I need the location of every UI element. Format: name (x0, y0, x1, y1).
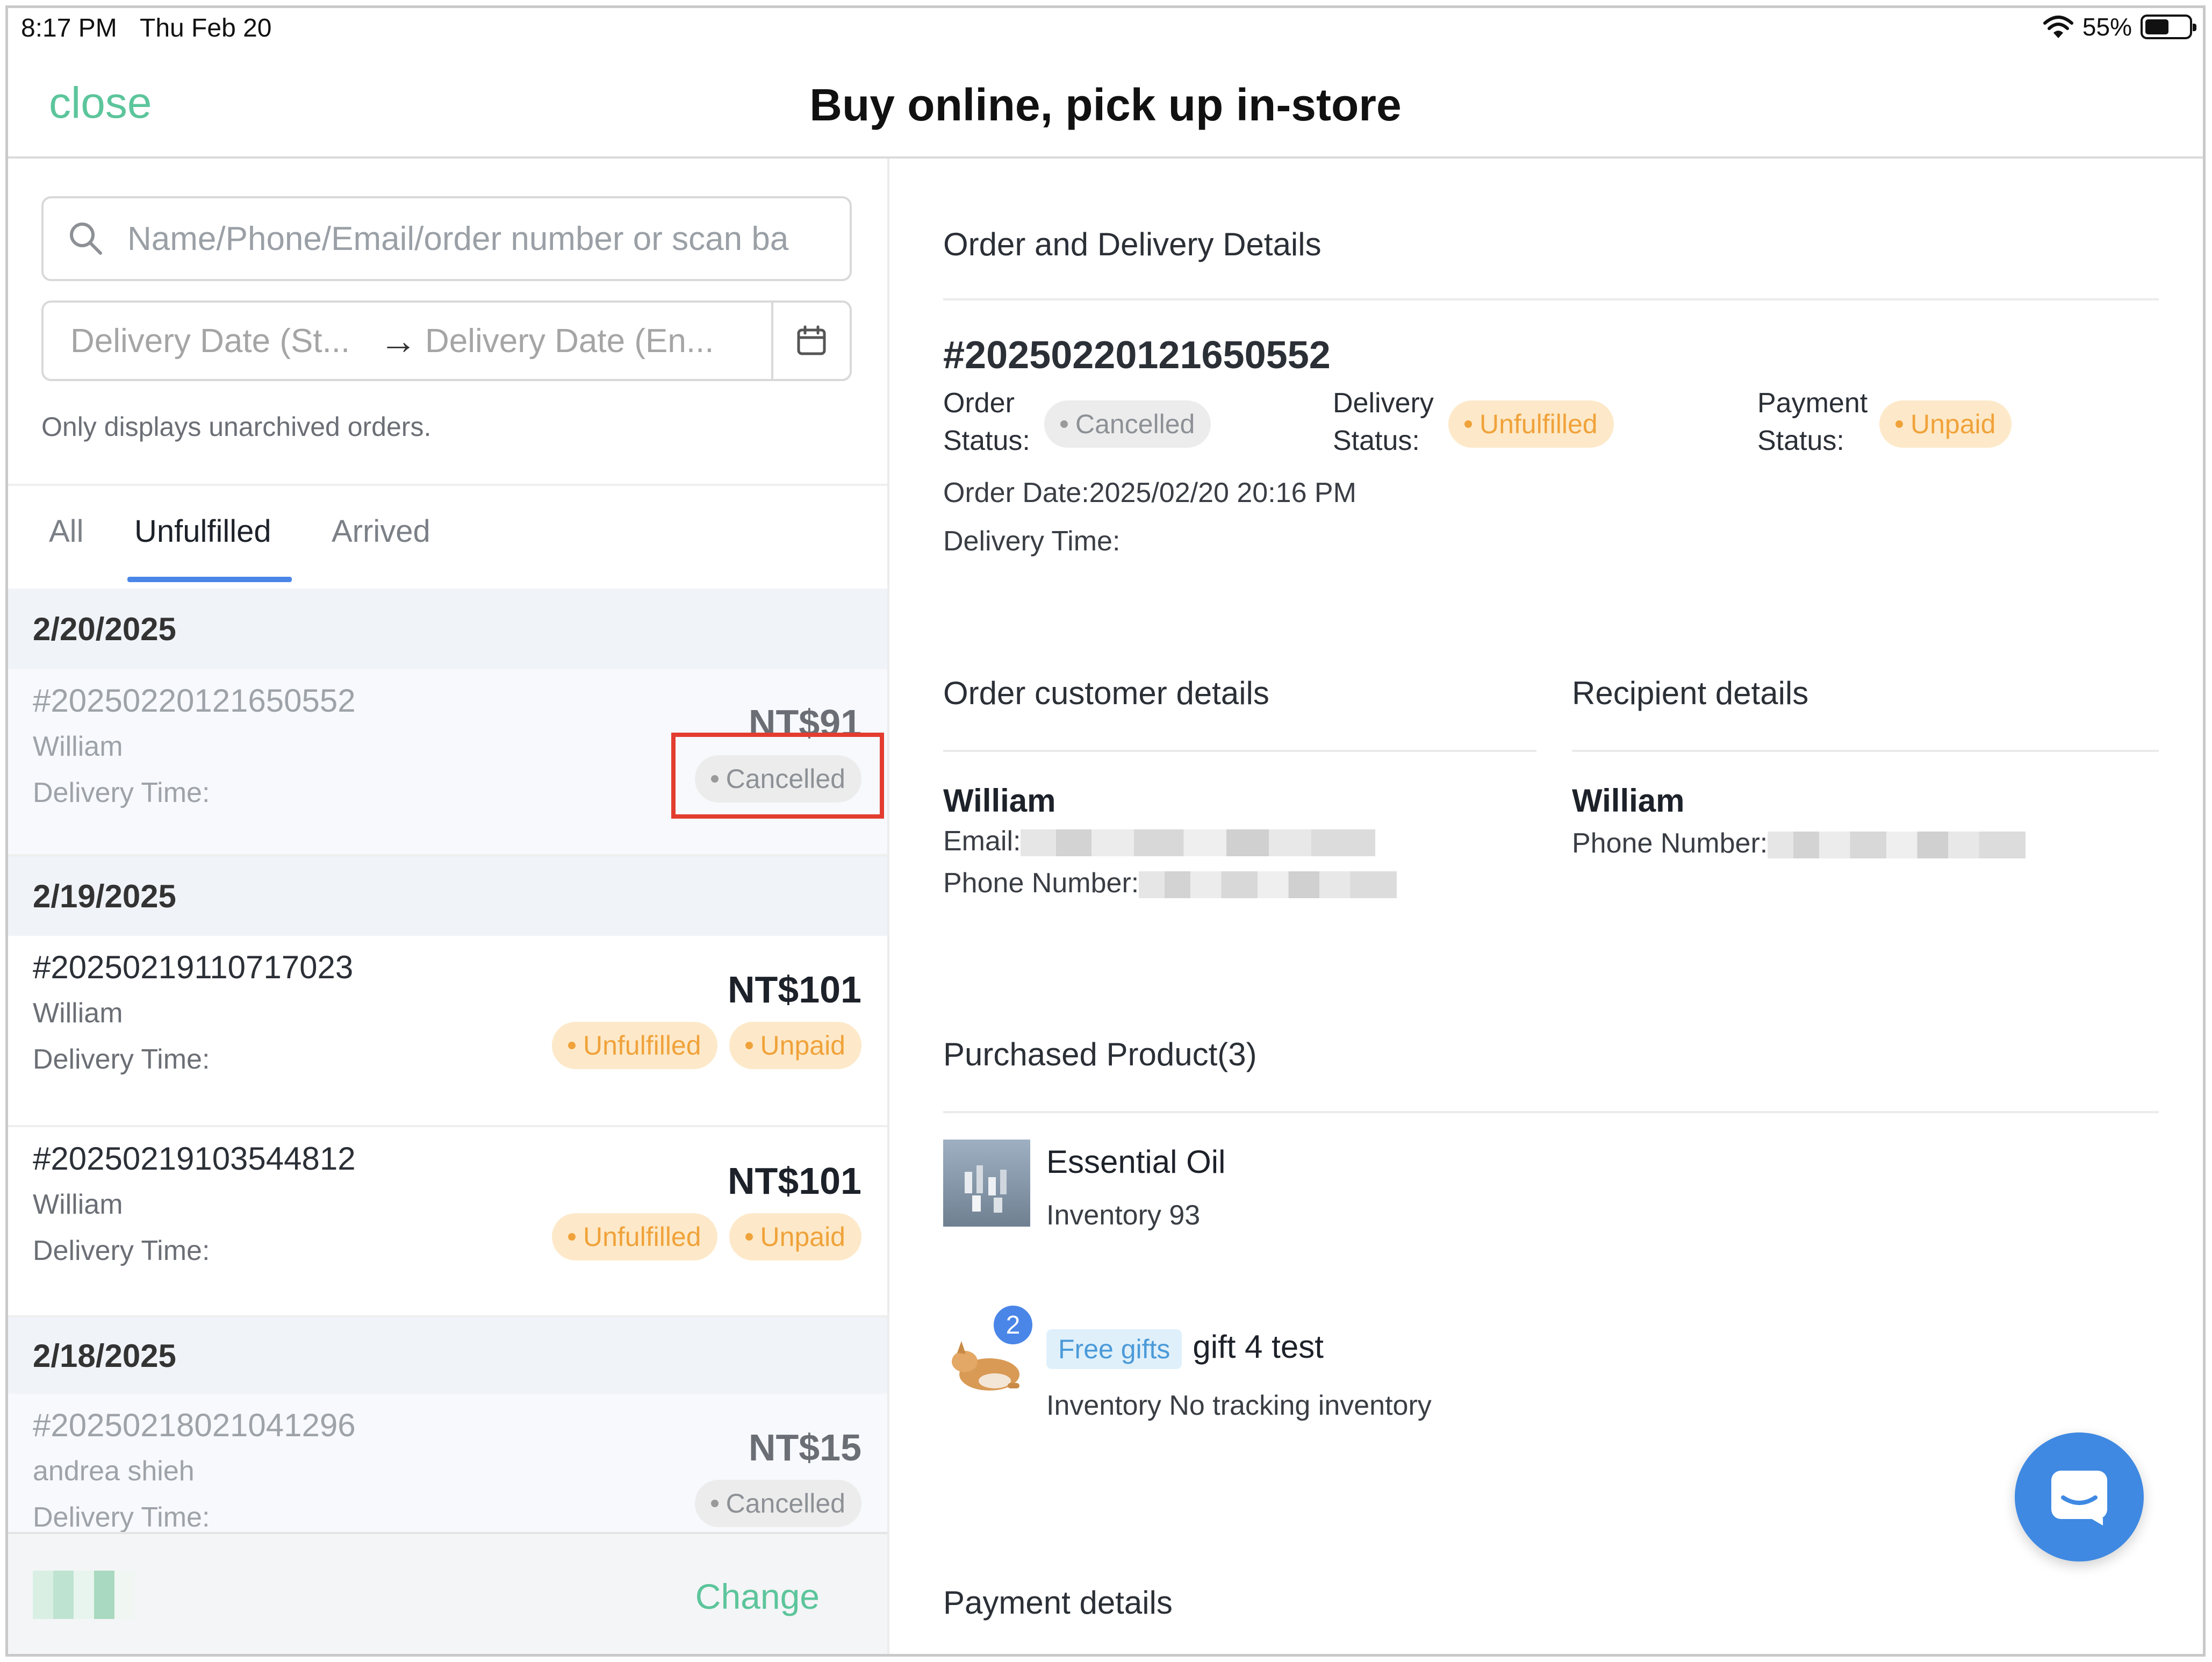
arrow-right-icon: → (379, 320, 417, 362)
date-group-header: 2/19/2025 (8, 856, 887, 936)
divider (943, 1111, 2159, 1113)
order-delivery-time: Delivery Time: (33, 1044, 210, 1075)
redacted-phone (1768, 832, 2026, 859)
gift-product-title: Free gifts gift 4 test (1046, 1328, 1324, 1370)
customer-phone: Phone Number: (943, 867, 1397, 899)
page-title: Buy online, pick up in-store (809, 80, 1402, 130)
date-group-header: 2/18/2025 (8, 1317, 887, 1394)
products-title: Purchased Product(3) (943, 1036, 1257, 1072)
search-input[interactable]: Name/Phone/Email/order number or scan ba (41, 196, 852, 281)
customer-name: William (943, 783, 1056, 819)
order-customer: andrea shieh (33, 1456, 195, 1487)
product-inventory: Inventory No tracking inventory (1046, 1390, 1432, 1421)
order-status-badge: Cancelled (1044, 400, 1211, 448)
customer-email: Email: (943, 825, 1376, 857)
tab-unfulfilled[interactable]: Unfulfilled (134, 513, 271, 549)
recipient-phone: Phone Number: (1572, 827, 2026, 859)
order-id: #20250219103544812 (33, 1141, 356, 1177)
order-price: NT$101 (727, 969, 861, 1011)
order-details-title: Order and Delivery Details (943, 226, 1322, 262)
sidebar-footer: Change (8, 1532, 887, 1654)
delivery-date-end[interactable]: Delivery Date (En... (425, 322, 753, 360)
order-delivery-time: Delivery Time: (33, 777, 210, 808)
order-id: #20250220121650552 (33, 683, 356, 719)
status-date: Thu Feb 20 (140, 14, 272, 42)
status-badge: Unpaid (729, 1213, 861, 1260)
highlight-box (671, 733, 884, 819)
payment-status-label: Payment Status: (1757, 388, 1868, 456)
app-window: 8:17 PM Thu Feb 20 55% close Buy online,… (5, 5, 2206, 1657)
divider (1572, 750, 2159, 752)
order-row[interactable]: #20250220121650552 William Delivery Time… (8, 669, 887, 856)
status-badge: Cancelled (694, 1480, 861, 1527)
search-icon (70, 223, 102, 255)
order-delivery-time: Delivery Time: (33, 1502, 210, 1533)
chat-button[interactable] (2015, 1432, 2144, 1561)
calendar-icon (797, 325, 826, 355)
battery-icon (2141, 15, 2196, 39)
order-price: NT$101 (727, 1160, 861, 1202)
archived-note: Only displays unarchived orders. (41, 412, 432, 442)
quantity-badge: 2 (992, 1303, 1035, 1346)
delivery-status-badge: Unfulfilled (1448, 400, 1614, 448)
tab-all[interactable]: All (49, 513, 83, 549)
divider (943, 1654, 2159, 1656)
product-name: gift 4 test (1193, 1329, 1324, 1365)
delivery-time: Delivery Time: (943, 526, 1121, 557)
status-time: 8:17 PM (21, 14, 117, 42)
order-delivery-time: Delivery Time: (33, 1235, 210, 1266)
battery-percent: 55% (2082, 13, 2132, 41)
order-status-label: Order Status: (943, 388, 1030, 456)
payment-details-title: Payment details (943, 1585, 1173, 1621)
order-row[interactable]: #20250219110717023 William Delivery Time… (8, 936, 887, 1127)
divider (943, 298, 2159, 300)
recipient-name: William (1572, 783, 1685, 819)
redacted-email (1021, 829, 1376, 857)
calendar-button[interactable] (771, 303, 850, 379)
payment-status-badge: Unpaid (1879, 400, 2012, 448)
status-badge: Unpaid (729, 1022, 861, 1069)
order-customer: William (33, 998, 123, 1029)
essential-oil-image (943, 1140, 1030, 1227)
status-badge: Unfulfilled (551, 1213, 717, 1260)
store-logo (33, 1571, 135, 1619)
date-range-picker[interactable]: Delivery Date (St... → Delivery Date (En… (41, 300, 852, 381)
product-name: Essential Oil (1046, 1144, 1226, 1180)
active-tab-indicator (127, 577, 292, 582)
order-id-heading: #20250220121650552 (943, 334, 1331, 377)
product-inventory: Inventory 93 (1046, 1200, 1201, 1231)
filter-divider (8, 484, 887, 486)
tab-arrived[interactable]: Arrived (332, 513, 430, 549)
search-placeholder: Name/Phone/Email/order number or scan ba (127, 220, 789, 257)
redacted-phone (1139, 871, 1397, 899)
order-date: Order Date:2025/02/20 20:16 PM (943, 477, 1356, 508)
delivery-status-label: Delivery Status: (1333, 388, 1434, 456)
order-customer: William (33, 1189, 123, 1220)
free-gift-tag: Free gifts (1046, 1329, 1182, 1370)
order-customer: William (33, 731, 123, 762)
wifi-icon (2043, 16, 2073, 38)
order-id: #20250219110717023 (33, 949, 354, 985)
order-id: #20250218021041296 (33, 1407, 356, 1443)
delivery-date-start[interactable]: Delivery Date (St... (70, 322, 371, 360)
chat-icon (2051, 1471, 2107, 1525)
customer-details-title: Order customer details (943, 675, 1269, 711)
status-indicators: 55% (2043, 12, 2196, 41)
date-group-header: 2/20/2025 (8, 589, 887, 669)
divider (943, 750, 1536, 752)
status-badge: Unfulfilled (551, 1022, 717, 1069)
order-price: NT$15 (748, 1427, 861, 1468)
change-button[interactable]: Change (695, 1576, 820, 1617)
orders-sidebar: Name/Phone/Email/order number or scan ba… (8, 159, 889, 1654)
recipient-details-title: Recipient details (1572, 675, 1809, 711)
order-row[interactable]: #20250219103544812 William Delivery Time… (8, 1127, 887, 1317)
